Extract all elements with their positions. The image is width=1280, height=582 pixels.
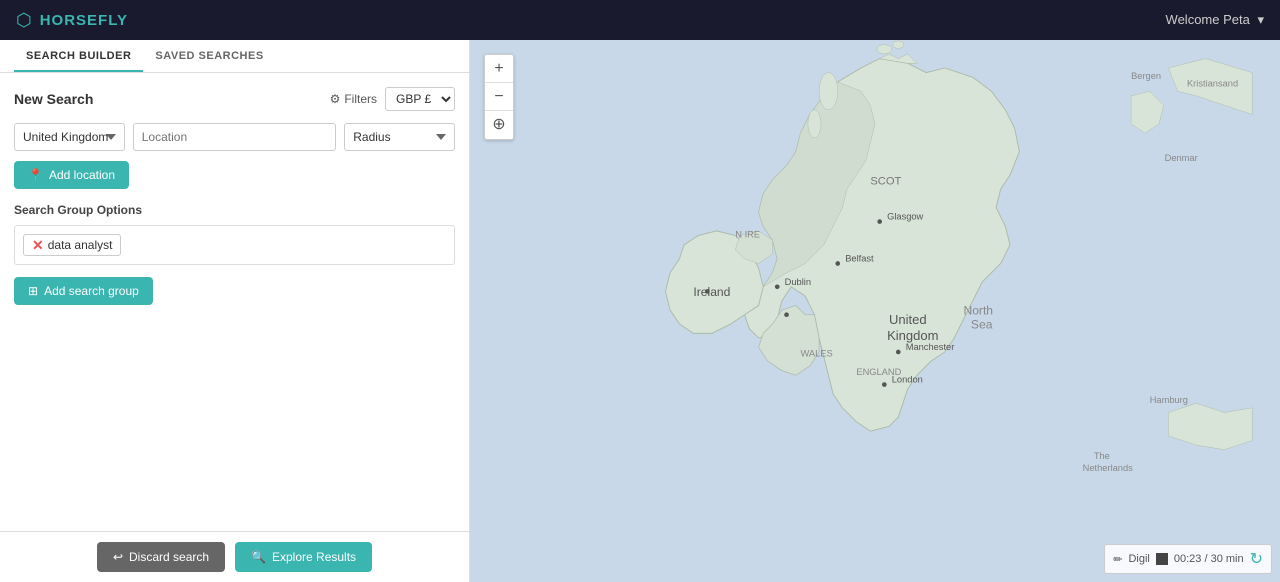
filters-label: Filters (344, 92, 377, 106)
svg-text:The: The (1094, 451, 1110, 461)
filters-icon: ⚙ (330, 92, 341, 106)
tab-search-builder[interactable]: SEARCH BUILDER (14, 40, 143, 72)
edit-icon[interactable]: ✏ (1113, 553, 1122, 566)
welcome-caret-icon: ▾ (1257, 12, 1264, 27)
svg-text:Sea: Sea (971, 318, 993, 332)
search-group-options-label: Search Group Options (14, 203, 455, 217)
location-row: United Kingdom Radius (14, 123, 455, 151)
black-square-icon (1156, 553, 1168, 565)
explore-label: Explore Results (272, 550, 356, 564)
radius-select[interactable]: Radius (344, 123, 455, 151)
explore-icon: 🔍 (251, 550, 266, 564)
horsefly-icon: ⬡ (16, 10, 32, 31)
tag-label: data analyst (48, 238, 113, 252)
add-search-group-label: Add search group (44, 284, 139, 298)
filters-button[interactable]: ⚙ Filters (330, 92, 377, 106)
add-location-label: Add location (49, 168, 115, 182)
map-svg: Glasgow Belfast Dublin Manchester London… (470, 40, 1280, 582)
svg-text:North: North (963, 304, 993, 318)
add-search-group-icon: ⊞ (28, 284, 38, 298)
refresh-icon[interactable]: ↻ (1250, 549, 1263, 569)
svg-text:Netherlands: Netherlands (1083, 463, 1133, 473)
tag-data-analyst: ✕ data analyst (23, 234, 121, 256)
svg-text:SCOT: SCOT (870, 175, 901, 187)
digi-label: Digil (1128, 553, 1149, 565)
svg-text:Glasgow: Glasgow (887, 212, 923, 222)
discard-label: Discard search (129, 550, 209, 564)
explore-results-button[interactable]: 🔍 Explore Results (235, 542, 372, 572)
tab-saved-searches[interactable]: SAVED SEARCHES (143, 40, 275, 72)
svg-text:Kristiansand: Kristiansand (1187, 79, 1238, 89)
zoom-out-button[interactable]: − (485, 83, 513, 111)
svg-text:Manchester: Manchester (906, 342, 955, 352)
tag-close-icon[interactable]: ✕ (32, 238, 44, 252)
location-pin-icon: 📍 (28, 168, 43, 182)
svg-text:Dublin: Dublin (785, 277, 811, 287)
svg-text:United: United (889, 312, 927, 327)
location-input[interactable] (133, 123, 337, 151)
svg-text:WALES: WALES (800, 349, 832, 359)
main-layout: SEARCH BUILDER SAVED SEARCHES New Search… (0, 40, 1280, 582)
header-right: ⚙ Filters GBP £ (330, 87, 455, 111)
svg-text:Bergen: Bergen (1131, 71, 1161, 81)
map-controls: + − ⊕ (484, 54, 514, 140)
logo-area: ⬡ HORSEFLY (16, 10, 128, 31)
top-nav: ⬡ HORSEFLY Welcome Peta ▾ (0, 0, 1280, 40)
panel-header: New Search ⚙ Filters GBP £ (14, 87, 455, 111)
welcome-text: Welcome Peta (1166, 12, 1250, 27)
add-location-button[interactable]: 📍 Add location (14, 161, 129, 189)
svg-text:ENGLAND: ENGLAND (856, 367, 901, 377)
welcome-area: Welcome Peta ▾ (1166, 12, 1264, 28)
svg-text:Ireland: Ireland (693, 285, 730, 299)
timer-label: 00:23 / 30 min (1174, 553, 1244, 565)
svg-text:Belfast: Belfast (845, 254, 874, 264)
zoom-in-button[interactable]: + (485, 55, 513, 83)
left-panel: SEARCH BUILDER SAVED SEARCHES New Search… (0, 40, 470, 582)
map-bottom-bar: ✏ Digil 00:23 / 30 min ↻ (1104, 544, 1272, 574)
new-search-label: New Search (14, 91, 93, 107)
discard-icon: ↩ (113, 550, 123, 564)
country-select[interactable]: United Kingdom (14, 123, 125, 151)
logo-text: HORSEFLY (40, 12, 128, 29)
reset-button[interactable]: ⊕ (485, 111, 513, 139)
svg-text:N IRE: N IRE (735, 229, 760, 239)
svg-text:Denmar: Denmar (1165, 153, 1198, 163)
svg-text:Kingdom: Kingdom (887, 328, 938, 343)
add-search-group-button[interactable]: ⊞ Add search group (14, 277, 153, 305)
tab-bar: SEARCH BUILDER SAVED SEARCHES (0, 40, 469, 73)
panel-content: New Search ⚙ Filters GBP £ United Kingdo… (0, 73, 469, 531)
bottom-bar: ↩ Discard search 🔍 Explore Results (0, 531, 469, 582)
currency-select[interactable]: GBP £ (385, 87, 455, 111)
discard-search-button[interactable]: ↩ Discard search (97, 542, 225, 572)
svg-text:Hamburg: Hamburg (1150, 395, 1188, 405)
map-area[interactable]: Glasgow Belfast Dublin Manchester London… (470, 40, 1280, 582)
tags-area[interactable]: ✕ data analyst (14, 225, 455, 265)
